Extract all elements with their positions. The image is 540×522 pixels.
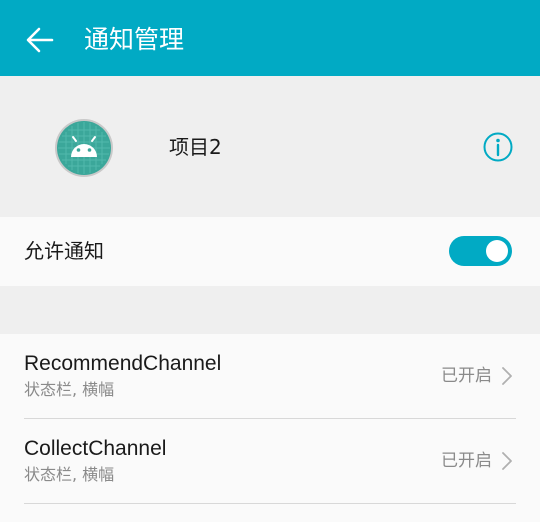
allow-notifications-label: 允许通知 xyxy=(24,239,104,263)
chevron-right-icon xyxy=(502,367,512,385)
app-bar: 通知管理 xyxy=(0,0,540,76)
android-app-icon xyxy=(54,118,114,178)
channel-status: 已开启 xyxy=(441,366,492,386)
channel-subtitle: 状态栏, 横幅 xyxy=(24,380,115,399)
channel-subtitle: 状态栏, 横幅 xyxy=(24,465,115,484)
back-arrow-icon xyxy=(26,27,54,53)
channel-item-collect[interactable]: CollectChannel 状态栏, 横幅 已开启 xyxy=(0,419,540,503)
toggle-knob xyxy=(486,240,508,262)
channel-name: CollectChannel xyxy=(24,437,167,460)
channel-name: RecommendChannel xyxy=(24,352,222,375)
row-divider xyxy=(24,503,516,504)
allow-notifications-toggle[interactable] xyxy=(449,236,512,266)
app-info-button[interactable] xyxy=(482,131,514,163)
channel-status: 已开启 xyxy=(441,451,492,471)
app-info-panel: 项目2 xyxy=(0,76,540,217)
section-divider xyxy=(0,286,540,334)
app-name: 项目2 xyxy=(169,135,222,159)
channel-list: RecommendChannel 状态栏, 横幅 已开启 CollectChan… xyxy=(0,334,540,522)
page-title: 通知管理 xyxy=(84,25,185,54)
chevron-right-icon xyxy=(502,452,512,470)
allow-notifications-row: 允许通知 xyxy=(0,217,540,286)
channel-item-recommend[interactable]: RecommendChannel 状态栏, 横幅 已开启 xyxy=(0,334,540,418)
info-icon xyxy=(483,132,513,162)
back-button[interactable] xyxy=(22,22,58,58)
